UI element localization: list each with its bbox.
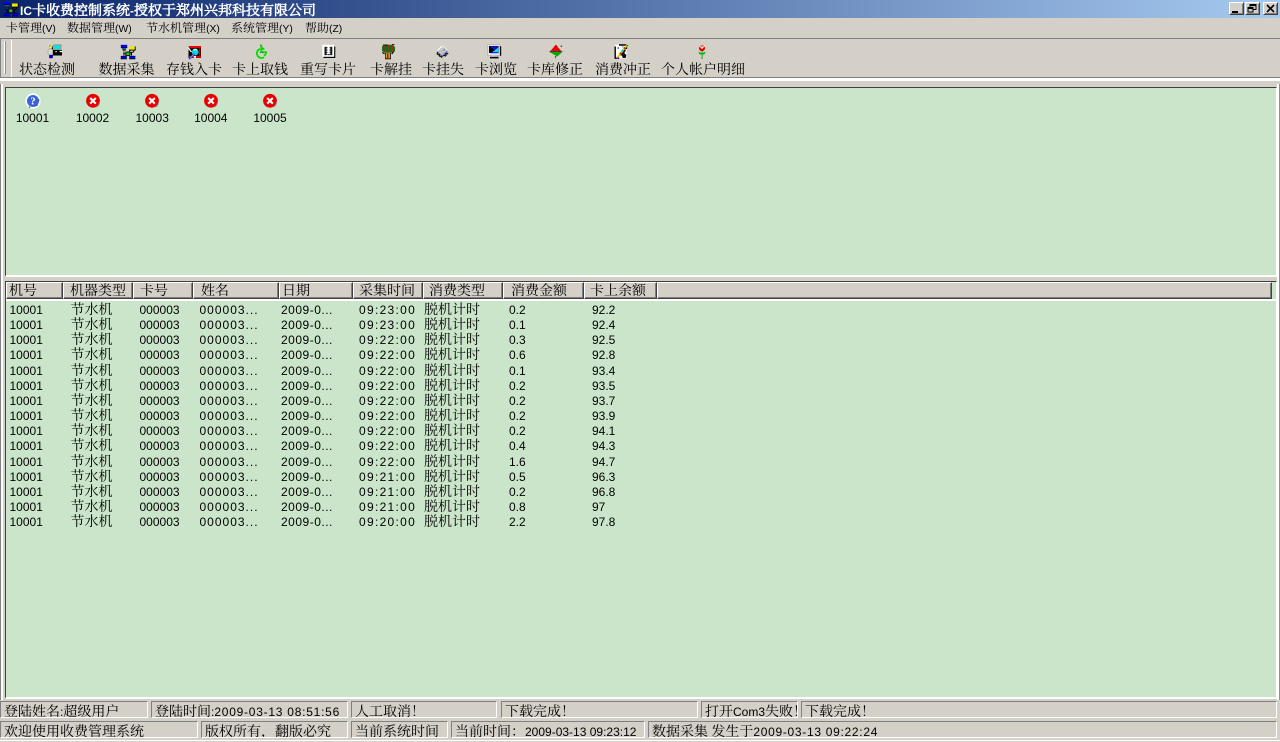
svg-text:?: ?: [30, 96, 35, 107]
